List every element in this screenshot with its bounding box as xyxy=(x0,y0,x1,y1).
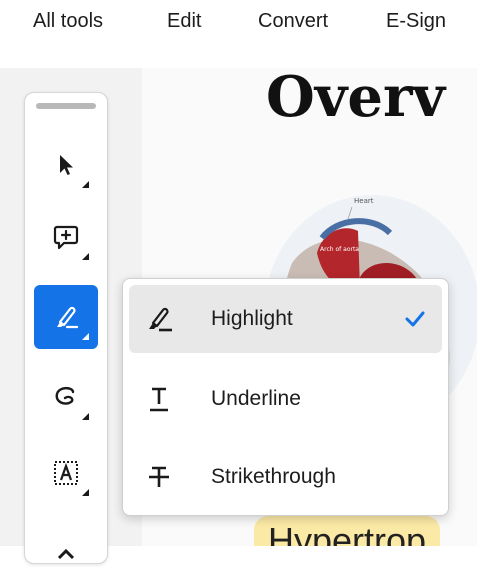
menu-item-underline[interactable]: Underline xyxy=(129,365,442,433)
underline-label: Underline xyxy=(211,387,301,410)
menu-item-strikethrough[interactable]: Strikethrough xyxy=(129,443,442,511)
more-tools-button[interactable] xyxy=(34,517,98,581)
figure-label-top: Heart xyxy=(354,197,374,205)
menu-all-tools[interactable]: All tools xyxy=(33,10,103,33)
toolbar-drag-handle[interactable] xyxy=(36,103,96,109)
strikethrough-icon xyxy=(149,466,169,487)
strikethrough-label: Strikethrough xyxy=(211,465,336,488)
tool-menu-indicator xyxy=(82,181,89,188)
annotation-toolbar xyxy=(24,92,108,564)
document-title: Overv xyxy=(266,68,445,130)
menu-edit[interactable]: Edit xyxy=(167,10,201,33)
tool-menu-indicator xyxy=(82,253,89,260)
draw-tool-button[interactable] xyxy=(34,365,98,429)
underline-icon xyxy=(150,387,168,412)
text-select-icon xyxy=(54,461,78,485)
highlight-pen-icon xyxy=(57,306,79,329)
checkmark-icon xyxy=(405,311,425,327)
highlight-label: Highlight xyxy=(211,307,293,330)
add-comment-icon xyxy=(53,225,79,250)
top-menubar: All tools Edit Convert E-Sign xyxy=(0,0,477,44)
menu-e-sign[interactable]: E-Sign xyxy=(386,10,446,33)
tool-menu-indicator xyxy=(82,413,89,420)
highlight-tool-button[interactable] xyxy=(34,285,98,349)
select-arrow-icon xyxy=(60,155,73,175)
menu-item-highlight[interactable]: Highlight xyxy=(129,285,442,353)
menu-convert[interactable]: Convert xyxy=(258,10,328,33)
stamp-icon xyxy=(57,548,75,560)
tool-menu-indicator xyxy=(82,333,89,340)
tool-menu-indicator xyxy=(82,489,89,496)
add-comment-tool-button[interactable] xyxy=(34,205,98,269)
text-select-tool-button[interactable] xyxy=(34,441,98,505)
figure-label-mid: Arch of aorta xyxy=(320,246,359,253)
document-subtitle: Hypertrop xyxy=(254,516,441,546)
select-tool-button[interactable] xyxy=(34,133,98,197)
markup-flyout-menu: Highlight Underline Strikethrough xyxy=(122,278,449,516)
draw-freehand-icon xyxy=(55,386,75,405)
highlighter-icon xyxy=(149,307,172,332)
